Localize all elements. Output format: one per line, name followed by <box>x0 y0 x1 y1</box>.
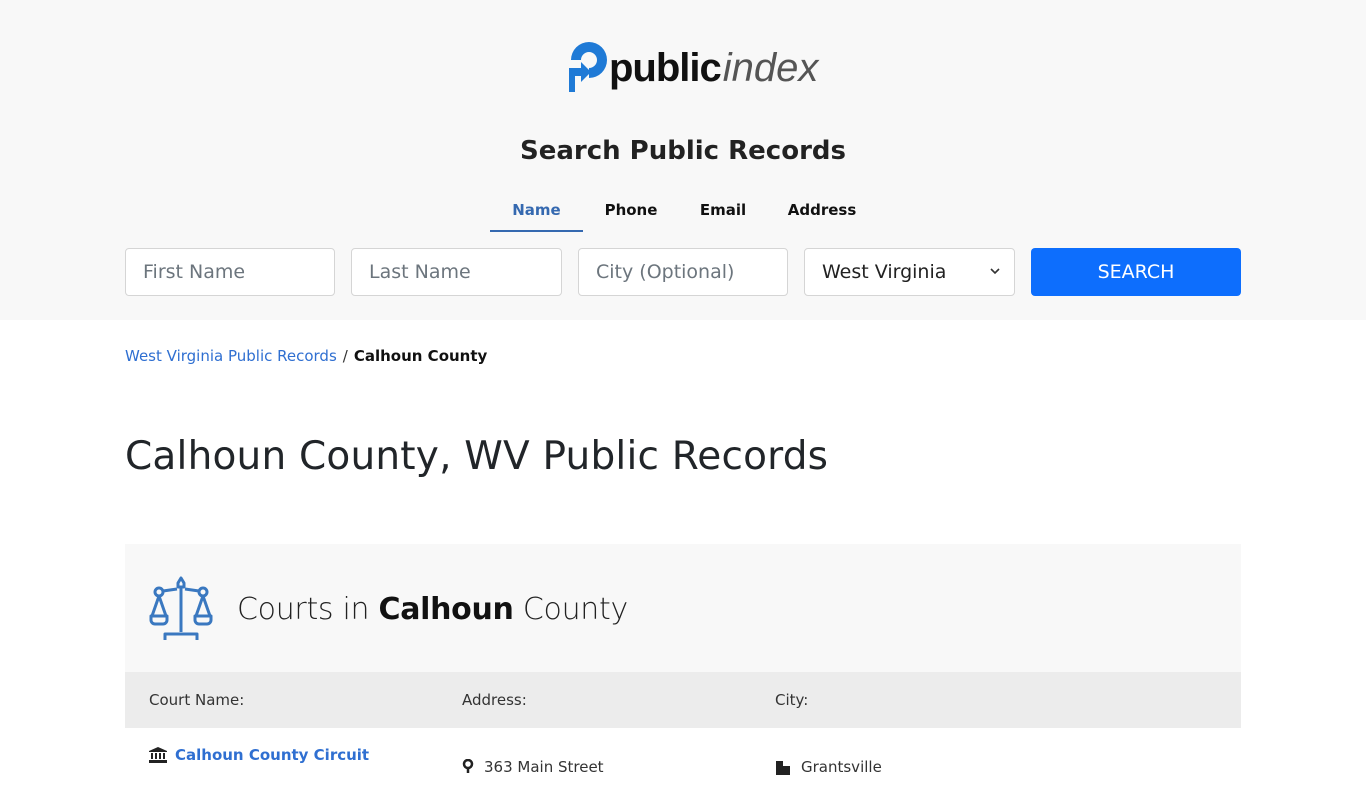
site-logo[interactable]: public index <box>567 38 818 94</box>
last-name-input[interactable] <box>351 248 562 296</box>
state-select-value: West Virginia <box>822 261 947 283</box>
column-header-court-name: Court Name: <box>149 691 245 709</box>
first-name-input[interactable] <box>125 248 335 296</box>
scales-of-justice-icon <box>149 576 213 640</box>
breadcrumb-separator: / <box>342 347 348 365</box>
court-link[interactable]: Calhoun County Circuit <box>175 746 369 764</box>
breadcrumb-link-state[interactable]: West Virginia Public Records <box>125 347 337 365</box>
courts-title-county: Calhoun <box>378 591 514 627</box>
chevron-down-icon <box>990 268 1000 275</box>
tab-address[interactable]: Address <box>767 194 877 232</box>
breadcrumb: West Virginia Public Records / Calhoun C… <box>125 347 487 365</box>
city-cell: Grantsville <box>775 758 882 776</box>
city-buildings-icon <box>776 761 790 775</box>
courts-table-header: Court Name: Address: City: <box>125 672 1241 728</box>
header: public index Search Public Records Name … <box>0 0 1366 320</box>
court-address: 363 Main Street <box>484 758 604 776</box>
map-pin-icon <box>462 759 474 773</box>
courts-title: Courts in Calhoun County <box>237 592 628 627</box>
arrow-p-logo-icon <box>569 42 607 92</box>
logo-text-light: index <box>722 46 819 90</box>
search-button[interactable]: SEARCH <box>1031 248 1241 296</box>
tab-name[interactable]: Name <box>490 194 583 232</box>
courts-section: Courts in Calhoun County Court Name: Add… <box>125 544 1241 788</box>
tab-email[interactable]: Email <box>679 194 767 232</box>
courts-title-suffix: County <box>522 591 628 627</box>
city-input[interactable] <box>578 248 788 296</box>
breadcrumb-current: Calhoun County <box>353 347 488 365</box>
courts-header: Courts in Calhoun County <box>149 576 628 642</box>
column-header-address: Address: <box>462 691 527 709</box>
page-title: Calhoun County, WV Public Records <box>125 434 829 479</box>
court-city: Grantsville <box>801 758 882 776</box>
state-select[interactable]: West Virginia <box>804 248 1015 296</box>
logo-text-bold: public <box>609 46 722 90</box>
search-title: Search Public Records <box>519 136 846 166</box>
court-name-cell: Calhoun County Circuit <box>149 746 369 764</box>
courts-title-prefix: Courts in <box>237 591 370 627</box>
column-header-city: City: <box>775 691 809 709</box>
address-cell: 363 Main Street <box>462 758 604 776</box>
search-tabs: Name Phone Email Address <box>490 194 877 232</box>
tab-phone[interactable]: Phone <box>583 194 679 232</box>
courthouse-icon <box>149 747 167 763</box>
table-row: Calhoun County Circuit 363 Main Street G… <box>125 728 1241 788</box>
